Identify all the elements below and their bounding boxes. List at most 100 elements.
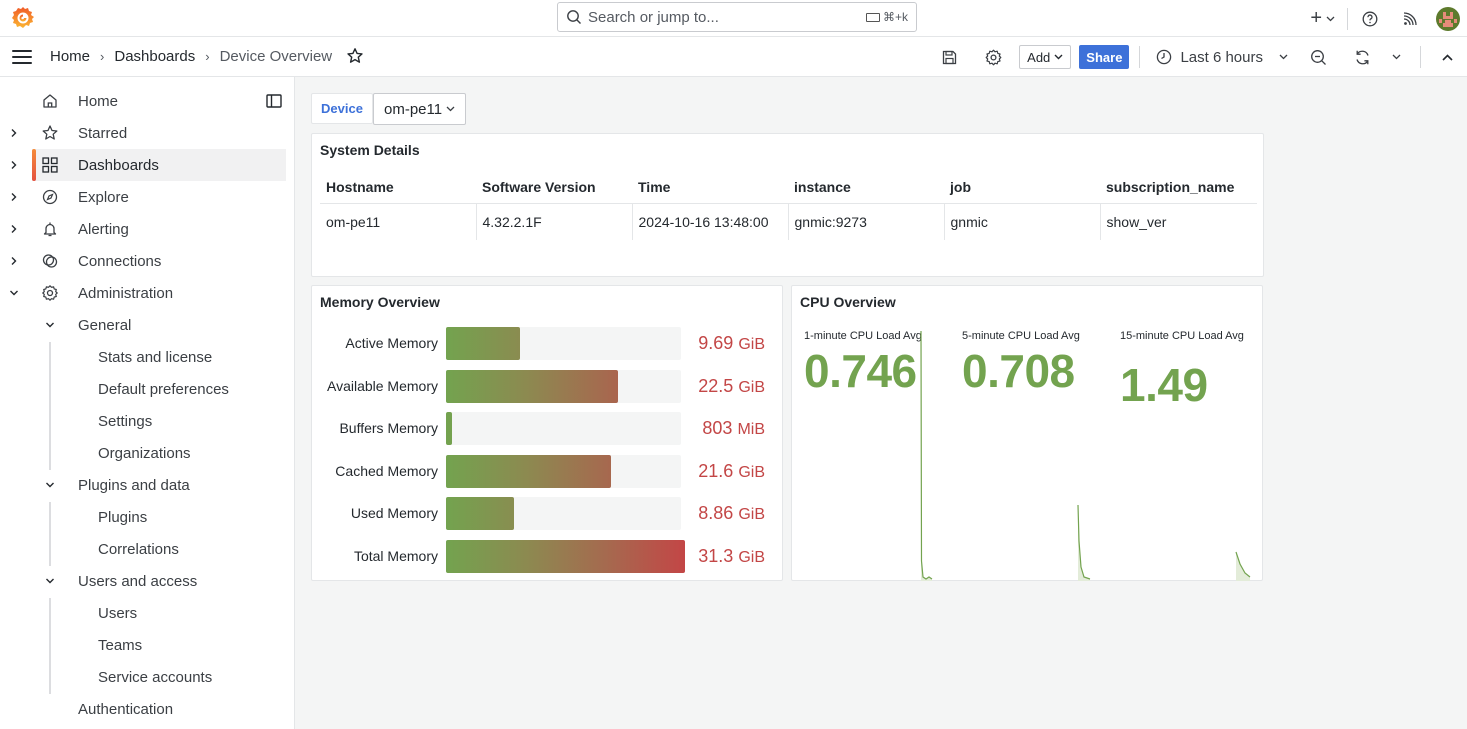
- column-header[interactable]: subscription_name: [1100, 172, 1257, 204]
- memory-bar-value: 22.5 GiB: [698, 376, 765, 397]
- star-icon[interactable]: [346, 47, 364, 65]
- share-button[interactable]: Share: [1079, 45, 1130, 69]
- sidebar-item-organizations[interactable]: Organizations: [0, 437, 286, 469]
- sidebar-item-alerting[interactable]: Alerting: [0, 213, 286, 245]
- zoom-out-button[interactable]: [1302, 41, 1334, 73]
- sidebar-item-home[interactable]: Home: [0, 85, 286, 117]
- collapse-header-button[interactable]: [1431, 41, 1463, 73]
- sidebar-item-correlations[interactable]: Correlations: [0, 533, 286, 565]
- memory-bar-fill: [446, 454, 611, 488]
- table-row: om-pe11 4.32.2.1F 2024-10-16 13:48:00 gn…: [320, 203, 1257, 240]
- memory-bar-value: 9.69 GiB: [698, 333, 765, 354]
- sidebar-item-stats-and-license[interactable]: Stats and license: [0, 341, 286, 373]
- refresh-interval-dropdown[interactable]: [1384, 41, 1408, 73]
- sidebar-item-service-accounts[interactable]: Service accounts: [0, 661, 286, 693]
- memory-bar-value: 21.6 GiB: [698, 461, 765, 482]
- chevron-right-icon[interactable]: [9, 128, 19, 138]
- sidebar-item-label: Organizations: [98, 444, 191, 462]
- column-header[interactable]: job: [944, 172, 1100, 204]
- dashboard-settings-button[interactable]: [977, 41, 1009, 73]
- sidebar-item-connections[interactable]: Connections: [0, 245, 286, 277]
- sidebar-item-default-preferences[interactable]: Default preferences: [0, 373, 286, 405]
- dashboard-actions: Add Share Last 6 hours: [933, 37, 1467, 77]
- sidebar-item-settings[interactable]: Settings: [0, 405, 286, 437]
- sidebar-item-administration[interactable]: Administration: [0, 277, 286, 309]
- memory-value-number: 9.69: [698, 333, 734, 353]
- memory-bar-value: 31.3 GiB: [698, 546, 765, 567]
- time-range-picker[interactable]: Last 6 hours: [1156, 49, 1288, 66]
- sidebar-item-label: Connections: [78, 252, 162, 270]
- refresh-button[interactable]: [1346, 41, 1378, 73]
- sidebar-item-general[interactable]: General: [0, 309, 286, 341]
- chevron-down-icon[interactable]: [45, 576, 55, 586]
- memory-value-number: 22.5: [698, 375, 734, 396]
- add-button[interactable]: Add: [1019, 45, 1072, 69]
- sidebar-item-starred[interactable]: Starred: [0, 117, 286, 149]
- menu-toggle-icon[interactable]: [12, 50, 32, 64]
- chevron-down-icon: [1326, 16, 1335, 21]
- search-placeholder: Search or jump to...: [588, 8, 719, 26]
- connections-icon: [42, 254, 58, 268]
- memory-bar-fill: [446, 369, 618, 403]
- column-header[interactable]: Software Version: [476, 172, 632, 204]
- help-button[interactable]: [1360, 11, 1380, 27]
- sidebar-item-label: Administration: [78, 284, 174, 302]
- column-header[interactable]: Hostname: [320, 172, 476, 204]
- cpu-stat-5min: 5-minute CPU Load Avg 0.708: [950, 330, 1105, 581]
- memory-value-number: 803: [702, 418, 733, 439]
- table-cell: gnmic:9273: [788, 203, 945, 240]
- chevron-up-icon: [1441, 53, 1453, 61]
- sidebar-item-label: Plugins and data: [78, 476, 190, 494]
- memory-bar-track: [446, 412, 681, 446]
- memory-bar-row: Buffers Memory 803 MiB: [312, 412, 784, 446]
- new-menu-button[interactable]: +: [1310, 7, 1335, 30]
- sidebar-item-teams[interactable]: Teams: [0, 629, 286, 661]
- column-header[interactable]: instance: [788, 172, 944, 204]
- sidebar-item-explore[interactable]: Explore: [0, 181, 286, 213]
- breadcrumb-home[interactable]: Home: [50, 48, 90, 65]
- chevron-right-icon[interactable]: [9, 256, 19, 266]
- memory-bar-label: Cached Memory: [335, 462, 438, 479]
- chevron-right-icon[interactable]: [9, 160, 19, 170]
- sidebar-item-plugins-and-data[interactable]: Plugins and data: [0, 469, 286, 501]
- chevron-down-icon[interactable]: [45, 480, 55, 490]
- memory-bar-row: Active Memory 9.69 GiB: [312, 327, 784, 360]
- gear-icon: [985, 49, 1002, 65]
- sidebar-item-plugins[interactable]: Plugins: [0, 501, 286, 533]
- chevron-down-icon[interactable]: [9, 288, 19, 298]
- news-button[interactable]: [1400, 11, 1420, 26]
- memory-bar-label: Available Memory: [326, 377, 438, 394]
- chevron-right-icon[interactable]: [9, 224, 19, 234]
- memory-bar-row: Used Memory 8.86 GiB: [312, 497, 784, 531]
- sidebar-item-authentication[interactable]: Authentication: [0, 693, 286, 725]
- memory-value-unit: GiB: [738, 549, 765, 566]
- memory-bar-value: 8.86 GiB: [698, 503, 765, 524]
- breadcrumb-dashboards[interactable]: Dashboards: [114, 48, 195, 65]
- system-details-panel: System Details Hostname Software Version…: [311, 133, 1264, 277]
- clock-icon: [1157, 49, 1172, 65]
- save-button[interactable]: [933, 41, 965, 73]
- sidebar-item-users[interactable]: Users: [0, 597, 286, 629]
- grafana-logo-icon[interactable]: [10, 5, 36, 31]
- sidebar-item-label: Starred: [78, 124, 128, 142]
- memory-value-number: 8.86: [698, 503, 734, 524]
- divider: [1420, 46, 1421, 68]
- sidebar-item-label: Correlations: [98, 540, 179, 558]
- chevron-down-icon: [1054, 54, 1063, 60]
- sidebar-item-users-and-access[interactable]: Users and access: [0, 565, 286, 597]
- sidebar-item-label: Users and access: [78, 572, 198, 590]
- apps-icon: [42, 157, 58, 173]
- dashboard-nav-bar: Home › Dashboards › Device Overview Add …: [0, 37, 1467, 77]
- sidebar-item-label: Stats and license: [98, 348, 213, 366]
- device-variable-select[interactable]: om-pe11: [373, 93, 467, 125]
- search-bar[interactable]: Search or jump to... ⌘+k: [557, 2, 917, 32]
- chevron-right-icon[interactable]: [9, 192, 19, 202]
- memory-bar-track: [446, 327, 681, 360]
- sidebar-item-dashboards[interactable]: Dashboards: [32, 149, 286, 181]
- memory-bar-row: Total Memory 31.3 GiB: [312, 540, 784, 573]
- user-avatar[interactable]: [1436, 6, 1460, 31]
- time-range-label: Last 6 hours: [1180, 48, 1263, 66]
- chevron-down-icon[interactable]: [45, 320, 55, 330]
- column-header[interactable]: Time: [632, 172, 788, 204]
- table-cell: 2024-10-16 13:48:00: [632, 203, 789, 240]
